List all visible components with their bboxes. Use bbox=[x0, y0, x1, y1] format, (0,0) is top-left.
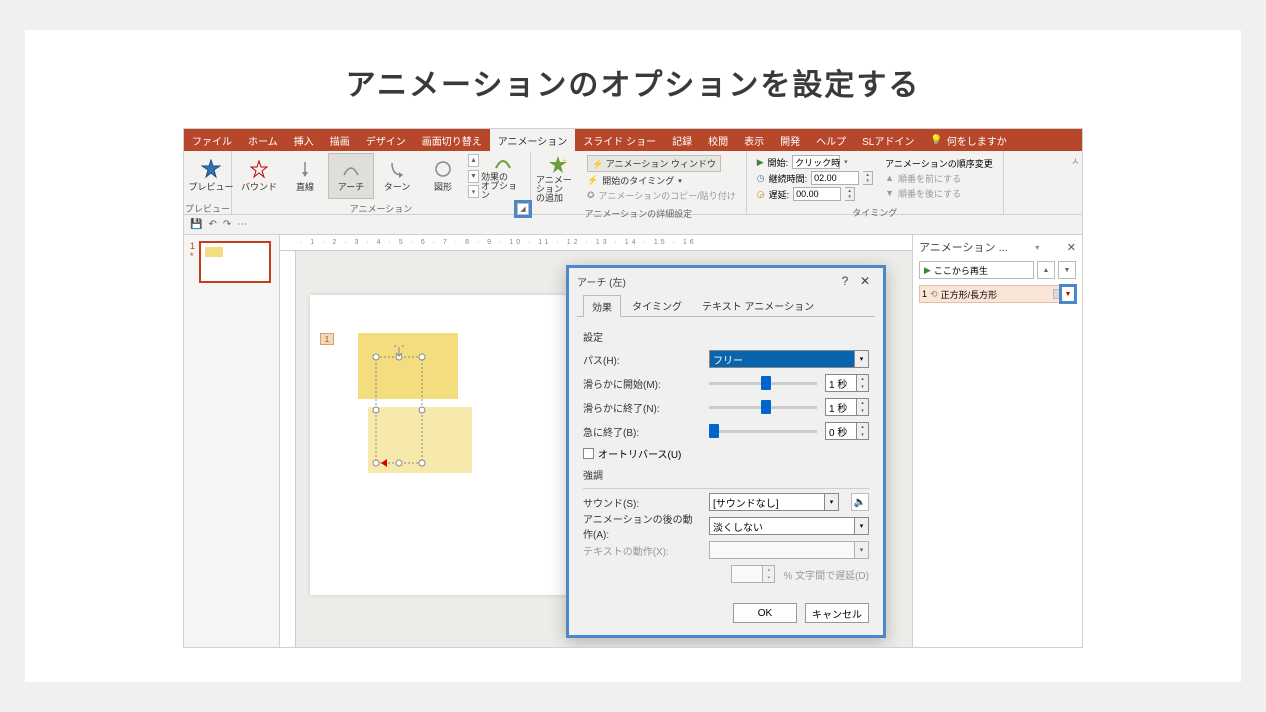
ruler-vertical bbox=[280, 251, 296, 647]
gallery-more[interactable]: ▾ bbox=[468, 185, 479, 198]
anim-pane-title: アニメーション ... bbox=[919, 239, 1008, 255]
dlg-tab-timing[interactable]: タイミング bbox=[623, 294, 691, 316]
tab-home[interactable]: ホーム bbox=[240, 129, 286, 151]
qat-undo[interactable]: ↶ bbox=[208, 219, 216, 230]
tab-draw[interactable]: 描画 bbox=[322, 129, 358, 151]
animation-painter: ✪ アニメーションのコピー/貼り付け bbox=[587, 189, 736, 202]
smooth-end-slider[interactable] bbox=[709, 398, 817, 416]
move-up[interactable]: ▲ bbox=[1037, 261, 1055, 279]
effect-options-dialog: アーチ (左) ? ✕ 効果 タイミング テキスト アニメーション 設定 パス(… bbox=[566, 265, 886, 638]
qat-save[interactable]: 💾 bbox=[190, 219, 202, 230]
ruler-horizontal: · 1 · 2 · 3 · 4 · 5 · 6 · 7 · 8 · 9 · 10… bbox=[280, 235, 912, 251]
group-label-timing: タイミング bbox=[747, 205, 1003, 220]
after-combo[interactable]: 淡くしない▾ bbox=[709, 517, 869, 535]
delay-field[interactable]: 00.00 bbox=[793, 187, 841, 201]
gallery-scroll: ▲ ▼ ▾ bbox=[468, 154, 480, 198]
dialog-title: アーチ (左) bbox=[577, 274, 626, 289]
tab-animation[interactable]: アニメーション bbox=[490, 129, 576, 151]
anim-item-1[interactable]: 1 ⟲ 正方形/長方形 ▼ bbox=[919, 285, 1076, 303]
motion-path[interactable] bbox=[370, 345, 450, 465]
add-animation-button[interactable]: + アニメーション の追加 bbox=[535, 156, 581, 202]
play-from-button[interactable]: ▶ここから再生 bbox=[919, 261, 1034, 279]
trigger-button[interactable]: ⚡ 開始のタイミング ▾ bbox=[587, 174, 736, 187]
dlg-tab-text[interactable]: テキスト アニメーション bbox=[693, 294, 823, 316]
turn-icon bbox=[387, 159, 407, 179]
workspace: 1* · 1 · 2 · 3 · 4 · 5 · 6 · 7 · 8 · 9 ·… bbox=[184, 235, 1082, 647]
bounce-end-slider[interactable] bbox=[709, 422, 817, 440]
tab-dev[interactable]: 開発 bbox=[772, 129, 808, 151]
animation-pane-button[interactable]: ⚡ アニメーション ウィンドウ bbox=[587, 155, 721, 172]
move-down[interactable]: ▼ bbox=[1058, 261, 1076, 279]
bounce-end-field[interactable]: 0 秒▴▾ bbox=[825, 422, 869, 440]
smooth-start-slider[interactable] bbox=[709, 374, 817, 392]
group-label-advanced: アニメーションの詳細設定 bbox=[531, 206, 746, 221]
powerpoint-window: ファイル ホーム 挿入 描画 デザイン 画面切り替え アニメーション スライド … bbox=[183, 128, 1083, 648]
star-icon bbox=[201, 159, 221, 179]
dialog-close[interactable]: ✕ bbox=[855, 274, 875, 288]
tab-file[interactable]: ファイル bbox=[184, 129, 240, 151]
animation-pane: アニメーション ... ▾ ✕ ▶ここから再生 ▲ ▼ 1 ⟲ 正方形/長方形 bbox=[912, 235, 1082, 647]
arch-icon bbox=[341, 159, 361, 179]
dlg-tab-effect[interactable]: 効果 bbox=[583, 295, 621, 317]
gallery-up[interactable]: ▲ bbox=[468, 154, 479, 167]
smooth-start-field[interactable]: 1 秒▴▾ bbox=[825, 374, 869, 392]
autoreverse-check[interactable]: オートリバース(U) bbox=[583, 446, 869, 461]
effect-shape[interactable]: 図形 bbox=[420, 153, 466, 199]
ribbon-tabs: ファイル ホーム 挿入 描画 デザイン 画面切り替え アニメーション スライド … bbox=[184, 129, 1082, 151]
path-combo[interactable]: フリー▾ bbox=[709, 350, 869, 368]
duration-field[interactable]: 02.00 bbox=[811, 171, 859, 185]
effect-options-button[interactable]: 効果の オプション bbox=[480, 153, 526, 199]
tab-insert[interactable]: 挿入 bbox=[286, 129, 322, 151]
shape-icon bbox=[433, 159, 453, 179]
char-delay-field: ▴▾ bbox=[731, 565, 775, 583]
anim-tag[interactable]: 1 bbox=[320, 333, 334, 345]
ribbon: プレビュー プレビュー バウンド 直線 bbox=[184, 151, 1082, 215]
slide-thumbnails: 1* bbox=[184, 235, 280, 647]
tab-sladdin[interactable]: SLアドイン bbox=[854, 129, 922, 151]
dialog-launcher-animation[interactable]: ◢ bbox=[517, 203, 529, 215]
gallery-down[interactable]: ▼ bbox=[468, 170, 479, 183]
anim-item-dropdown[interactable]: ▼ bbox=[1059, 284, 1077, 304]
reorder-up: ▲ 順番を前にする bbox=[885, 172, 993, 185]
bound-icon bbox=[249, 159, 269, 179]
ok-button[interactable]: OK bbox=[733, 603, 797, 623]
effect-bound[interactable]: バウンド bbox=[236, 153, 282, 199]
effect-turn[interactable]: ターン bbox=[374, 153, 420, 199]
sound-preview[interactable]: 🔈 bbox=[851, 493, 869, 511]
add-anim-icon: + bbox=[548, 155, 568, 175]
section-emphasis: 強調 bbox=[583, 467, 869, 482]
line-icon bbox=[295, 159, 315, 179]
tab-review[interactable]: 校閲 bbox=[700, 129, 736, 151]
tab-record[interactable]: 記録 bbox=[664, 129, 700, 151]
qat-more[interactable]: ⋯ bbox=[237, 219, 247, 230]
section-settings: 設定 bbox=[583, 329, 869, 344]
tab-slideshow[interactable]: スライド ショー bbox=[575, 129, 664, 151]
text-combo: ▾ bbox=[709, 541, 869, 559]
effect-options-icon bbox=[493, 152, 513, 172]
qat-redo[interactable]: ↷ bbox=[223, 219, 231, 230]
group-label-animation: アニメーション ◢ bbox=[232, 201, 530, 216]
tab-view[interactable]: 表示 bbox=[736, 129, 772, 151]
cancel-button[interactable]: キャンセル bbox=[805, 603, 869, 623]
thumb-1[interactable]: 1* bbox=[190, 241, 273, 283]
svg-text:+: + bbox=[562, 156, 567, 165]
tab-transition[interactable]: 画面切り替え bbox=[414, 129, 490, 151]
tab-help[interactable]: ヘルプ bbox=[808, 129, 854, 151]
dialog-help[interactable]: ? bbox=[835, 274, 855, 288]
page-title: アニメーションのオプションを設定する bbox=[25, 60, 1241, 104]
reorder-down: ▼ 順番を後にする bbox=[885, 187, 993, 200]
anim-pane-close[interactable]: ✕ bbox=[1067, 241, 1076, 254]
group-label-preview: プレビュー bbox=[184, 201, 231, 216]
preview-button[interactable]: プレビュー bbox=[188, 153, 234, 199]
bulb-icon: 💡 bbox=[930, 135, 942, 146]
reorder-label: アニメーションの順序変更 bbox=[885, 157, 993, 170]
tab-design[interactable]: デザイン bbox=[358, 129, 414, 151]
effect-line[interactable]: 直線 bbox=[282, 153, 328, 199]
start-field[interactable]: クリック時 bbox=[792, 155, 840, 169]
effect-arch[interactable]: アーチ bbox=[328, 153, 374, 199]
tell-me-search[interactable]: 💡 何をしますか bbox=[922, 129, 1014, 151]
sound-combo[interactable]: [サウンドなし]▾ bbox=[709, 493, 839, 511]
collapse-ribbon[interactable]: ㅅ bbox=[1071, 153, 1080, 168]
smooth-end-field[interactable]: 1 秒▴▾ bbox=[825, 398, 869, 416]
